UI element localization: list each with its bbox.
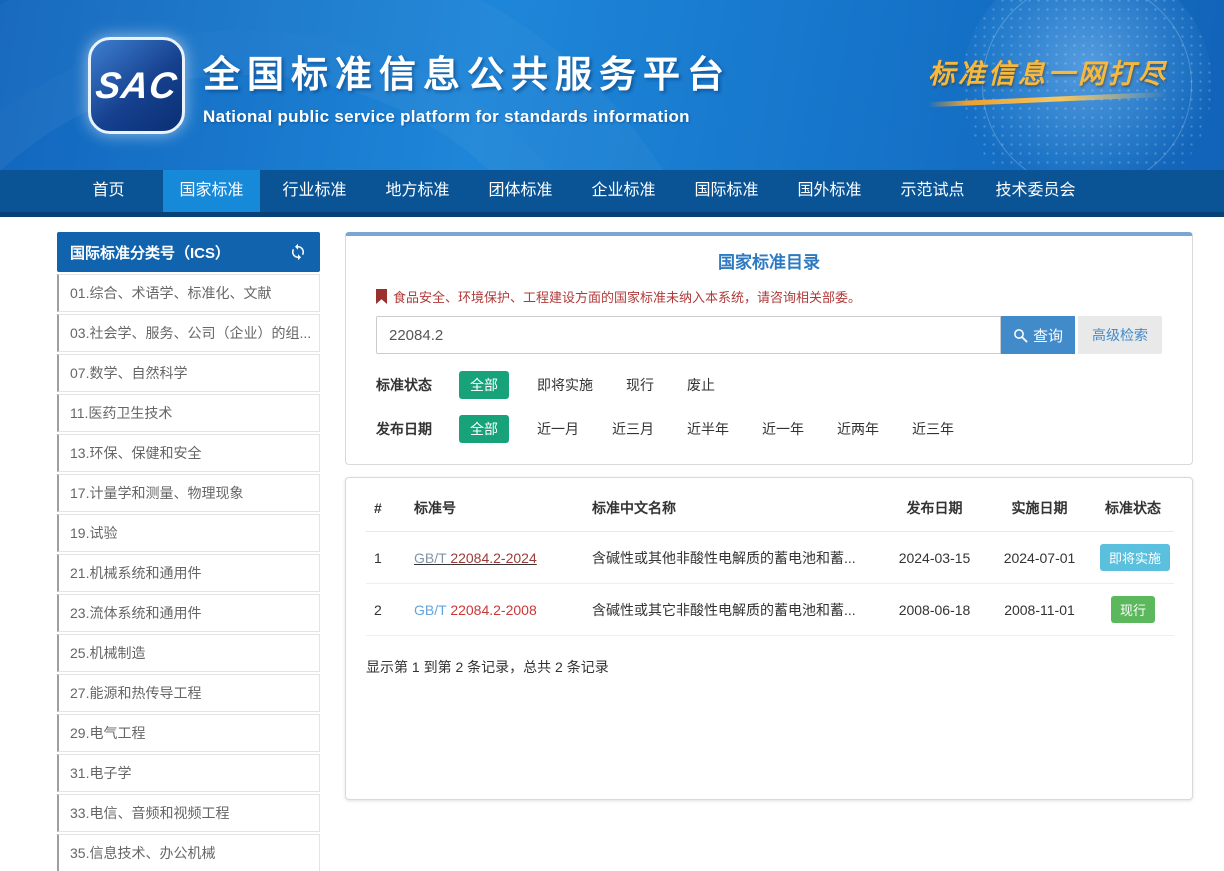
results-table: # 标准号 标准中文名称 发布日期 实施日期 标准状态 1 GB/T xyxy=(366,483,1174,636)
sidebar-item-ics-13[interactable]: 13.环保、保健和安全 xyxy=(57,434,320,472)
page-title: 国家标准目录 xyxy=(376,248,1162,273)
date-filter-all[interactable]: 全部 xyxy=(459,415,509,443)
search-button-label: 查询 xyxy=(1033,325,1063,346)
sidebar-header[interactable]: 国际标准分类号（ICS） xyxy=(57,232,320,272)
sidebar-item-ics-31[interactable]: 31.电子学 xyxy=(57,754,320,792)
sidebar-item-ics-03[interactable]: 03.社会学、服务、公司（企业）的组... xyxy=(57,314,320,352)
nav-item-industry-standards[interactable]: 行业标准 xyxy=(266,170,363,212)
status-filter-abolished[interactable]: 废止 xyxy=(687,375,715,395)
status-filter-row: 标准状态 全部 即将实施 现行 废止 xyxy=(376,371,1162,398)
standard-code-number: 22084.2-2024 xyxy=(450,550,536,566)
col-header-impl-date: 实施日期 xyxy=(987,483,1092,532)
sidebar-item-ics-33[interactable]: 33.电信、音频和视频工程 xyxy=(57,794,320,832)
search-button[interactable]: 查询 xyxy=(1001,316,1075,354)
refresh-icon[interactable] xyxy=(289,243,307,261)
sidebar-item-ics-25[interactable]: 25.机械制造 xyxy=(57,634,320,672)
bookmark-icon xyxy=(376,289,387,304)
site-title-block: 全国标准信息公共服务平台 National public service pla… xyxy=(203,44,731,127)
sac-logo[interactable]: SAC xyxy=(88,37,185,134)
search-input[interactable] xyxy=(376,316,1001,354)
status-filter-current[interactable]: 现行 xyxy=(626,375,654,395)
site-header: SAC 全国标准信息公共服务平台 National public service… xyxy=(0,0,1224,170)
table-header-row: # 标准号 标准中文名称 发布日期 实施日期 标准状态 xyxy=(366,483,1174,532)
sidebar-item-ics-21[interactable]: 21.机械系统和通用件 xyxy=(57,554,320,592)
standard-code-prefix: GB/T xyxy=(414,602,446,618)
table-row: 2 GB/T 22084.2-2008 含碱性或其它非酸性电解质的蓄电池和蓄..… xyxy=(366,584,1174,636)
advanced-search-button[interactable]: 高级检索 xyxy=(1078,316,1162,354)
sidebar-item-ics-07[interactable]: 07.数学、自然科学 xyxy=(57,354,320,392)
col-header-status: 标准状态 xyxy=(1092,483,1174,532)
implement-date: 2024-07-01 xyxy=(987,532,1092,584)
main-area: 国家标准目录 食品安全、环境保护、工程建设方面的国家标准未纳入本系统，请咨询相关… xyxy=(345,232,1193,800)
results-panel: # 标准号 标准中文名称 发布日期 实施日期 标准状态 1 GB/T xyxy=(345,477,1193,800)
ics-list: 01.综合、术语学、标准化、文献 03.社会学、服务、公司（企业）的组... 0… xyxy=(57,274,320,871)
search-panel: 国家标准目录 食品安全、环境保护、工程建设方面的国家标准未纳入本系统，请咨询相关… xyxy=(345,232,1193,465)
nav-item-enterprise-standards[interactable]: 企业标准 xyxy=(575,170,672,212)
date-filter-1month[interactable]: 近一月 xyxy=(537,419,579,439)
implement-date: 2008-11-01 xyxy=(987,584,1092,636)
date-filter-row: 发布日期 全部 近一月 近三月 近半年 近一年 近两年 近三年 xyxy=(376,415,1162,442)
standard-link[interactable]: GB/T 22084.2-2008 xyxy=(414,602,537,618)
search-row: 查询 高级检索 xyxy=(376,316,1162,354)
col-header-pub-date: 发布日期 xyxy=(882,483,987,532)
date-filter-label: 发布日期 xyxy=(376,419,436,439)
status-filter-upcoming[interactable]: 即将实施 xyxy=(537,375,593,395)
nav-item-pilot-programs[interactable]: 示范试点 xyxy=(884,170,981,212)
header-slogan: 标准信息一网打尽 xyxy=(928,52,1168,91)
slogan-block: 标准信息一网打尽 xyxy=(928,52,1168,102)
table-row: 1 GB/T 22084.2-2024 含碱性或其他非酸性电解质的蓄电池和蓄..… xyxy=(366,532,1174,584)
sac-logo-text: SAC xyxy=(93,65,180,107)
status-badge: 现行 xyxy=(1111,596,1155,623)
sidebar-item-ics-17[interactable]: 17.计量学和测量、物理现象 xyxy=(57,474,320,512)
main-nav: 首页 国家标准 行业标准 地方标准 团体标准 企业标准 国际标准 国外标准 示范… xyxy=(0,170,1224,217)
standard-name: 含碱性或其它非酸性电解质的蓄电池和蓄... xyxy=(584,584,882,636)
notice-banner: 食品安全、环境保护、工程建设方面的国家标准未纳入本系统，请咨询相关部委。 xyxy=(376,287,1162,306)
pagination-summary: 显示第 1 到第 2 条记录，总共 2 条记录 xyxy=(366,657,1172,677)
sidebar-item-ics-23[interactable]: 23.流体系统和通用件 xyxy=(57,594,320,632)
sidebar-item-ics-01[interactable]: 01.综合、术语学、标准化、文献 xyxy=(57,274,320,312)
nav-item-international-standards[interactable]: 国际标准 xyxy=(678,170,775,212)
notice-text: 食品安全、环境保护、工程建设方面的国家标准未纳入本系统，请咨询相关部委。 xyxy=(393,287,861,306)
nav-item-foreign-standards[interactable]: 国外标准 xyxy=(781,170,878,212)
col-header-index: # xyxy=(366,483,406,532)
nav-item-local-standards[interactable]: 地方标准 xyxy=(369,170,466,212)
col-header-code: 标准号 xyxy=(406,483,584,532)
ics-sidebar: 国际标准分类号（ICS） 01.综合、术语学、标准化、文献 03.社会学、服务、… xyxy=(57,232,320,871)
status-badge: 即将实施 xyxy=(1100,544,1170,571)
publish-date: 2024-03-15 xyxy=(882,532,987,584)
date-filter-1year[interactable]: 近一年 xyxy=(762,419,804,439)
date-filter-2years[interactable]: 近两年 xyxy=(837,419,879,439)
search-icon xyxy=(1013,328,1028,343)
nav-item-group-standards[interactable]: 团体标准 xyxy=(472,170,569,212)
sidebar-item-ics-35[interactable]: 35.信息技术、办公机械 xyxy=(57,834,320,871)
date-filter-3years[interactable]: 近三年 xyxy=(912,419,954,439)
publish-date: 2008-06-18 xyxy=(882,584,987,636)
date-filter-3months[interactable]: 近三月 xyxy=(612,419,654,439)
status-filter-all[interactable]: 全部 xyxy=(459,371,509,399)
row-index: 2 xyxy=(366,584,406,636)
standard-name: 含碱性或其他非酸性电解质的蓄电池和蓄... xyxy=(584,532,882,584)
standard-code-number: 22084.2-2008 xyxy=(450,602,536,618)
row-index: 1 xyxy=(366,532,406,584)
sidebar-item-ics-29[interactable]: 29.电气工程 xyxy=(57,714,320,752)
site-title: 全国标准信息公共服务平台 xyxy=(203,44,731,98)
nav-item-technical-committees[interactable]: 技术委员会 xyxy=(987,170,1084,212)
nav-item-home[interactable]: 首页 xyxy=(60,170,157,212)
standard-link[interactable]: GB/T 22084.2-2024 xyxy=(414,550,537,566)
sidebar-item-ics-11[interactable]: 11.医药卫生技术 xyxy=(57,394,320,432)
nav-item-national-standards[interactable]: 国家标准 xyxy=(163,170,260,212)
sidebar-title: 国际标准分类号（ICS） xyxy=(70,242,230,263)
sidebar-item-ics-27[interactable]: 27.能源和热传导工程 xyxy=(57,674,320,712)
col-header-name: 标准中文名称 xyxy=(584,483,882,532)
status-filter-label: 标准状态 xyxy=(376,375,436,395)
sidebar-item-ics-19[interactable]: 19.试验 xyxy=(57,514,320,552)
page-content: 国际标准分类号（ICS） 01.综合、术语学、标准化、文献 03.社会学、服务、… xyxy=(0,217,1224,871)
site-subtitle: National public service platform for sta… xyxy=(203,107,731,127)
standard-code-prefix: GB/T xyxy=(414,550,446,566)
date-filter-half-year[interactable]: 近半年 xyxy=(687,419,729,439)
